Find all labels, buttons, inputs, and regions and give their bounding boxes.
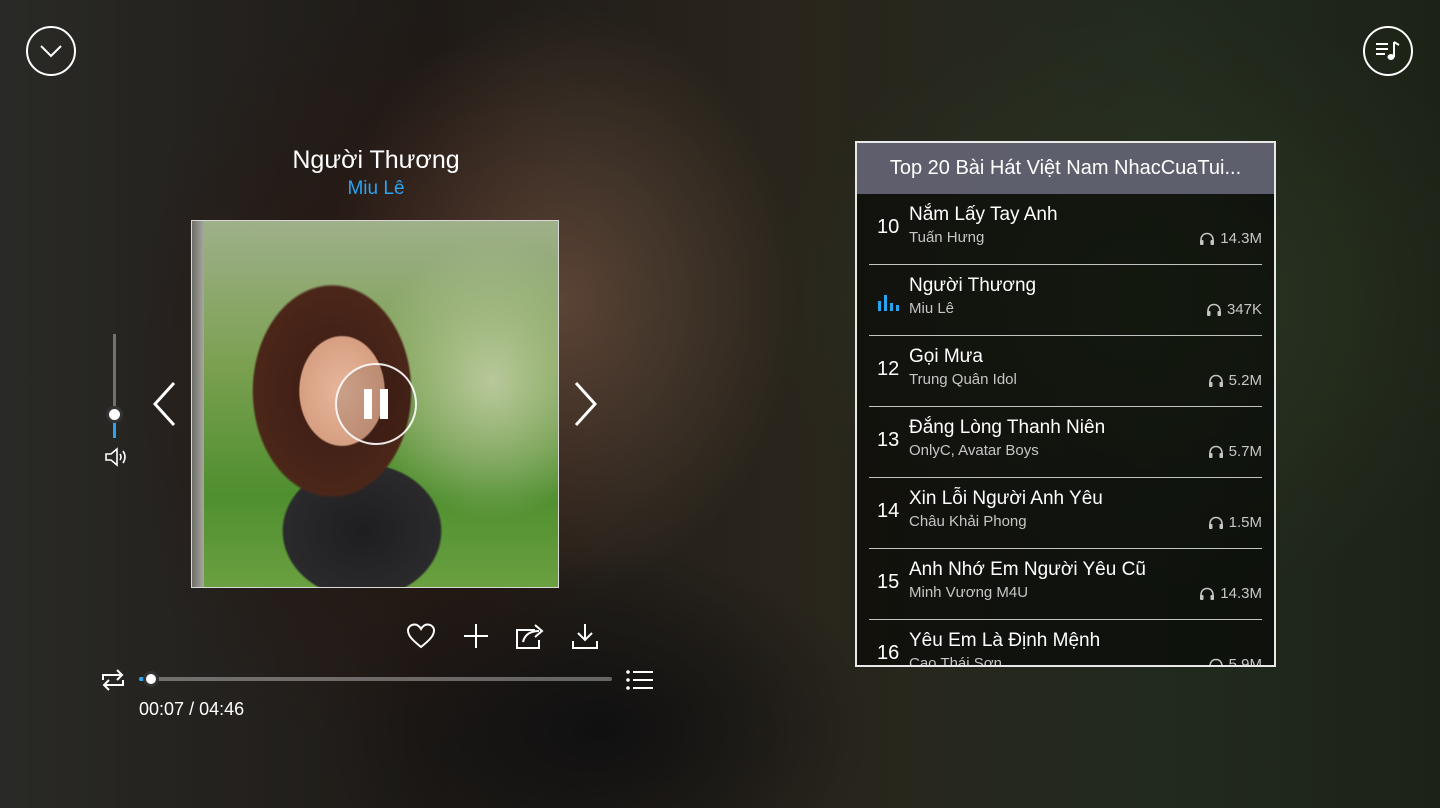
headphones-icon [1200, 587, 1215, 600]
list-icon[interactable] [625, 668, 655, 692]
rank-number: 10 [877, 216, 900, 238]
play-count: 1.5M [1208, 514, 1262, 531]
playlist-row[interactable]: 15 Anh Nhớ Em Người Yêu Cũ Minh Vương M4U… [869, 549, 1262, 620]
track-title: Anh Nhớ Em Người Yêu Cũ [909, 559, 1146, 580]
track-artist: OnlyC, Avatar Boys [909, 442, 1039, 459]
time-separator: / [189, 699, 195, 719]
headphones-icon [1208, 658, 1223, 665]
speaker-icon[interactable] [103, 446, 129, 468]
playlist-row[interactable]: 14 Xin Lỗi Người Anh Yêu Châu Khải Phong … [869, 478, 1262, 549]
playlist-row[interactable]: Người Thương Miu Lê 347K [869, 265, 1262, 336]
volume-handle[interactable] [106, 406, 123, 424]
playlist-row[interactable]: 10 Nắm Lấy Tay Anh Tuấn Hưng 14.3M [869, 194, 1262, 265]
heart-icon[interactable] [406, 622, 436, 650]
download-icon[interactable] [570, 622, 600, 650]
headphones-icon [1206, 303, 1221, 316]
track-artist: Minh Vương M4U [909, 584, 1029, 601]
playlist-title[interactable]: Top 20 Bài Hát Việt Nam NhacCuaTui... [857, 143, 1274, 194]
play-count-value: 5.7M [1228, 443, 1262, 460]
track-title: Xin Lỗi Người Anh Yêu [909, 488, 1103, 509]
headphones-icon [1200, 232, 1215, 245]
play-count-value: 1.5M [1228, 514, 1262, 531]
track-title: Nắm Lấy Tay Anh [909, 204, 1058, 225]
pause-icon [360, 389, 392, 419]
share-icon[interactable] [515, 622, 547, 650]
progress-handle[interactable] [142, 671, 159, 687]
song-title: Người Thương [292, 146, 460, 174]
track-title: Người Thương [909, 275, 1037, 296]
headphones-icon [1208, 374, 1223, 387]
album-art-tree [192, 221, 204, 587]
play-count-value: 14.3M [1220, 230, 1262, 247]
playlist-row[interactable]: 16 Yêu Em Là Định Mệnh Cao Thái Sơn 5.9M [869, 620, 1262, 667]
playlist-row[interactable]: 12 Gọi Mưa Trung Quân Idol 5.2M [869, 336, 1262, 407]
headphones-icon [1208, 445, 1223, 458]
music-queue-icon [1376, 41, 1400, 60]
rank-number: 16 [877, 642, 900, 664]
pause-button[interactable] [335, 363, 417, 445]
play-count: 5.9M [1208, 656, 1262, 667]
collapse-button[interactable] [26, 26, 76, 76]
next-button[interactable] [570, 380, 600, 428]
song-artist[interactable]: Miu Lê [191, 178, 561, 200]
play-count-value: 347K [1226, 301, 1262, 318]
rank-number: 12 [877, 358, 900, 380]
track-artist: Cao Thái Sơn [909, 655, 1002, 667]
play-count: 5.7M [1208, 443, 1262, 460]
plus-icon[interactable] [462, 622, 490, 650]
rank-number: 15 [877, 571, 900, 593]
album-art [191, 220, 559, 588]
repeat-icon[interactable] [99, 667, 127, 693]
play-count-value: 14.3M [1220, 585, 1262, 602]
rank-number: 14 [877, 500, 900, 522]
volume-slider[interactable] [106, 334, 123, 438]
play-count: 347K [1206, 301, 1262, 318]
headphones-icon [1208, 516, 1223, 529]
playlist-panel: Top 20 Bài Hát Việt Nam NhacCuaTui... 10… [855, 141, 1276, 667]
track-title: Yêu Em Là Định Mệnh [909, 630, 1101, 651]
track-artist: Tuấn Hưng [909, 229, 985, 246]
progress-slider[interactable] [139, 671, 612, 687]
play-count-value: 5.2M [1228, 372, 1262, 389]
play-count: 14.3M [1199, 585, 1262, 602]
track-title: Đắng Lòng Thanh Niên [909, 417, 1106, 438]
track-artist: Miu Lê [909, 300, 955, 317]
play-count: 14.3M [1199, 230, 1262, 247]
previous-button[interactable] [150, 380, 180, 428]
rank-number: 13 [877, 429, 900, 451]
music-queue-button[interactable] [1363, 26, 1413, 76]
track-artist: Trung Quân Idol [909, 371, 1017, 388]
track-title: Gọi Mưa [909, 346, 983, 367]
time-display: 00:07 / 04:46 [139, 699, 244, 720]
track-artist: Châu Khải Phong [909, 513, 1027, 530]
equalizer-icon [878, 295, 899, 311]
play-count: 5.2M [1208, 372, 1262, 389]
current-time: 00:07 [139, 699, 185, 719]
playlist-row[interactable]: 13 Đắng Lòng Thanh Niên OnlyC, Avatar Boy… [869, 407, 1262, 478]
chevron-down-icon [40, 45, 62, 58]
playlist-list[interactable]: 10 Nắm Lấy Tay Anh Tuấn Hưng 14.3M Người … [857, 194, 1274, 667]
play-count-value: 5.9M [1228, 656, 1262, 667]
duration: 04:46 [199, 699, 245, 719]
